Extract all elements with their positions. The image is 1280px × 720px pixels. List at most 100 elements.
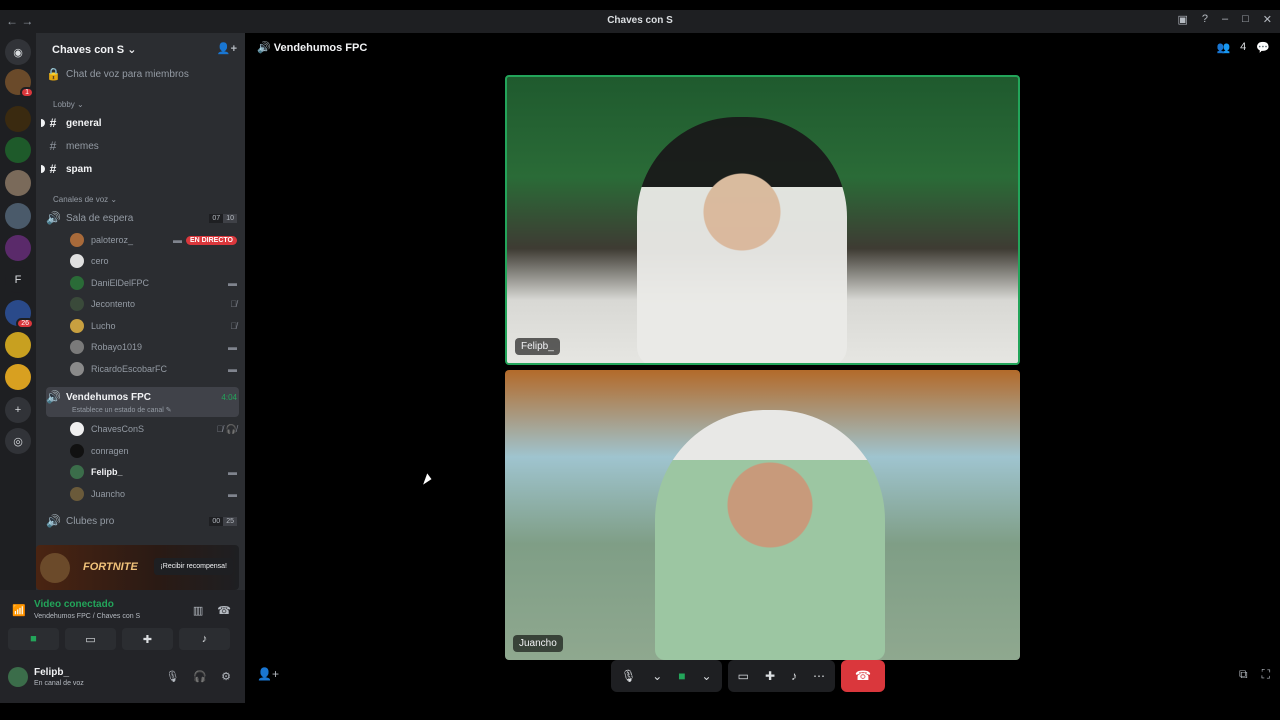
voice-user[interactable]: Jecontento 🎙̸ bbox=[70, 295, 237, 313]
voice-user[interactable]: conragen bbox=[70, 442, 237, 460]
channel-spam[interactable]: # spam bbox=[46, 159, 237, 179]
unread-indicator bbox=[41, 165, 45, 173]
media-controls: 🎙 ⌄ ■ ⌄ bbox=[611, 660, 722, 692]
voice-user[interactable]: DaniElDelFPC ▬ bbox=[70, 274, 237, 292]
channel-general[interactable]: # general bbox=[46, 113, 237, 133]
server-icon[interactable] bbox=[5, 203, 31, 229]
voice-user[interactable]: Lucho 🎙̸ bbox=[70, 317, 237, 335]
avatar bbox=[70, 340, 84, 354]
chat-bubble-icon[interactable]: 💬 bbox=[1256, 41, 1270, 54]
server-letter-icon[interactable]: F bbox=[5, 267, 31, 293]
close-icon[interactable]: ✕ bbox=[1263, 13, 1272, 26]
avatar[interactable] bbox=[8, 667, 28, 687]
server-icon[interactable]: 26 bbox=[5, 300, 34, 329]
server-icon[interactable] bbox=[5, 235, 31, 261]
add-server-icon[interactable]: + bbox=[5, 397, 31, 423]
user-status: En canal de voz bbox=[34, 680, 84, 687]
promo-brand: FORTNITE bbox=[83, 561, 138, 573]
microphone-icon[interactable]: 🎙 bbox=[621, 669, 636, 683]
discord-home-icon[interactable]: ◉ bbox=[5, 39, 31, 65]
discover-icon[interactable]: ◎ bbox=[5, 428, 31, 454]
activity-controls: ▭ ✚ ♪ ⋯ bbox=[727, 660, 836, 692]
server-icon[interactable] bbox=[5, 332, 31, 358]
promo-banner[interactable]: FORTNITE ¡Recibir recompensa! bbox=[36, 545, 239, 590]
channel-locked-voice[interactable]: 🔒 Chat de voz para miembros bbox=[46, 64, 237, 84]
claim-reward-button[interactable]: ¡Recibir recompensa! bbox=[154, 558, 233, 575]
soundboard-icon[interactable]: ♪ bbox=[791, 669, 797, 683]
avatar bbox=[70, 422, 84, 436]
participants-count: 4 bbox=[1240, 41, 1247, 53]
avatar bbox=[70, 319, 84, 333]
minimize-icon[interactable]: – bbox=[1222, 13, 1228, 26]
voice-channel-sala[interactable]: 🔊 Sala de espera 07 10 bbox=[46, 208, 237, 228]
hash-icon: # bbox=[49, 139, 57, 153]
server-icon[interactable] bbox=[5, 170, 31, 196]
camera-icon[interactable]: ■ bbox=[678, 669, 685, 683]
participants-icon[interactable]: 👥 bbox=[1216, 41, 1230, 54]
server-icon[interactable] bbox=[5, 364, 31, 390]
screen-share-icon[interactable]: ▭ bbox=[738, 669, 749, 683]
voice-user[interactable]: Felipb_ ▬ bbox=[70, 463, 237, 481]
server-name: Chaves con S ⌄ bbox=[52, 43, 137, 56]
headphones-icon[interactable]: 🎧 bbox=[193, 670, 207, 683]
signal-icon[interactable]: 📶 bbox=[12, 604, 26, 617]
user-name[interactable]: Felipb_ bbox=[34, 667, 69, 678]
chevron-down-icon[interactable]: ⌄ bbox=[652, 669, 662, 683]
user-limit-badge: 00 25 bbox=[209, 516, 237, 526]
category-voice[interactable]: Canales de voz ⌄ bbox=[53, 195, 117, 204]
connection-status[interactable]: Video conectado bbox=[34, 599, 114, 610]
more-options-icon[interactable]: ⋯ bbox=[813, 669, 825, 683]
call-timer: 4:04 bbox=[221, 392, 237, 402]
activities-button[interactable]: ✚ bbox=[122, 628, 173, 650]
soundboard-button[interactable]: ♪ bbox=[179, 628, 230, 650]
stage-view-controls: ⧉ ⛶ bbox=[1239, 667, 1270, 682]
user-name: RicardoEscobarFC bbox=[91, 364, 168, 374]
channel-status-text[interactable]: Establece un estado de canal ✎ bbox=[72, 406, 172, 414]
hang-up-button[interactable]: ☎ bbox=[841, 660, 886, 692]
unread-indicator bbox=[41, 119, 45, 127]
tile-name-label: Felipb_ bbox=[515, 338, 560, 355]
server-icon[interactable]: 1 bbox=[5, 69, 34, 98]
voice-user[interactable]: Juancho ▬ bbox=[70, 485, 237, 503]
camera-icon: ▬ bbox=[228, 342, 237, 352]
maximize-icon[interactable]: □ bbox=[1242, 13, 1249, 26]
fullscreen-icon[interactable]: ⛶ bbox=[1262, 667, 1270, 682]
channel-memes[interactable]: # memes bbox=[46, 136, 237, 156]
voice-user[interactable]: Robayo1019 ▬ bbox=[70, 338, 237, 356]
server-header[interactable]: Chaves con S ⌄ 👤+ bbox=[36, 33, 245, 65]
disconnect-icon[interactable]: ☎ bbox=[217, 604, 231, 617]
help-icon[interactable]: ? bbox=[1202, 13, 1208, 26]
server-icon[interactable] bbox=[5, 137, 31, 163]
stage-title: 🔊 Vendehumos FPC bbox=[257, 41, 367, 54]
popout-icon[interactable]: ⧉ bbox=[1239, 667, 1248, 682]
voice-channel-clubes[interactable]: 🔊 Clubes pro 00 25 bbox=[46, 511, 237, 531]
add-member-icon[interactable]: 👤+ bbox=[217, 42, 237, 55]
server-icon[interactable] bbox=[5, 106, 31, 132]
camera-button[interactable]: ■ bbox=[8, 628, 59, 650]
video-tile[interactable]: Felipb_ bbox=[505, 75, 1020, 365]
voice-user[interactable]: paloteroz_ ▬ EN DIRECTO bbox=[70, 231, 237, 249]
voice-user[interactable]: RicardoEscobarFC ▬ bbox=[70, 360, 237, 378]
user-controls: 🎙 🎧 ⚙ bbox=[165, 670, 231, 683]
screen-share-button[interactable]: ▭ bbox=[65, 628, 116, 650]
noise-suppression-icon[interactable]: ▥ bbox=[193, 604, 203, 617]
invite-icon[interactable]: 👤+ bbox=[257, 667, 279, 681]
settings-gear-icon[interactable]: ⚙ bbox=[221, 670, 231, 683]
voice-user[interactable]: cero bbox=[70, 252, 237, 270]
inbox-icon[interactable]: ▣ bbox=[1177, 13, 1187, 26]
voice-user[interactable]: ChavesConS 🎙̸ 🎧̸ bbox=[70, 420, 237, 438]
user-name: Lucho bbox=[91, 321, 116, 331]
user-limit-badge: 07 10 bbox=[209, 213, 237, 223]
video-tile[interactable]: Juancho bbox=[505, 370, 1020, 660]
channel-label: Vendehumos FPC bbox=[66, 391, 152, 403]
category-lobby[interactable]: Lobby ⌄ bbox=[53, 100, 84, 109]
avatar bbox=[70, 362, 84, 376]
avatar bbox=[70, 487, 84, 501]
voice-channel-vendehumos-title[interactable]: 🔊 Vendehumos FPC 4:04 bbox=[46, 387, 237, 407]
microphone-icon[interactable]: 🎙 bbox=[165, 670, 179, 683]
connection-location[interactable]: Vendehumos FPC / Chaves con S bbox=[34, 613, 140, 620]
activities-icon[interactable]: ✚ bbox=[765, 669, 775, 683]
chevron-down-icon[interactable]: ⌄ bbox=[702, 669, 712, 683]
avatar bbox=[70, 276, 84, 290]
video-feed bbox=[637, 117, 847, 363]
